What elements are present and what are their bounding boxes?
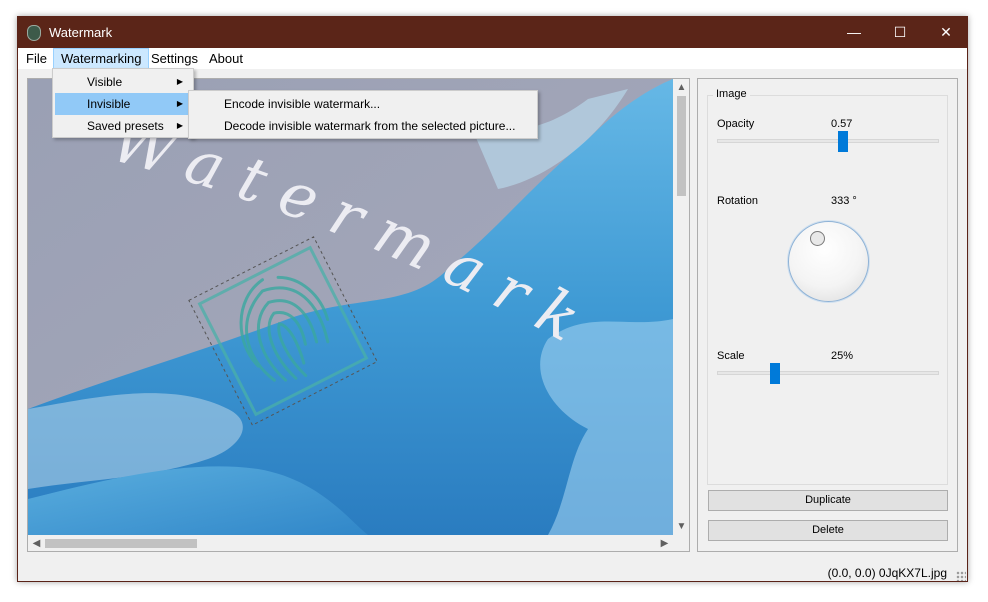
opacity-value: 0.57 bbox=[831, 118, 853, 130]
menu-about[interactable]: About bbox=[202, 48, 250, 69]
menu-item-visible-label: Visible bbox=[87, 75, 123, 89]
menu-settings[interactable]: Settings bbox=[144, 48, 205, 69]
decode-invisible-label: Decode invisible watermark from the sele… bbox=[224, 119, 516, 133]
watermarking-menu: Visible ▶ Invisible ▶ Saved presets ▶ bbox=[52, 68, 194, 138]
menu-item-decode-invisible[interactable]: Decode invisible watermark from the sele… bbox=[191, 115, 535, 137]
delete-button[interactable]: Delete bbox=[708, 520, 948, 541]
close-button[interactable]: ✕ bbox=[923, 17, 969, 48]
scroll-left-icon[interactable]: ◀ bbox=[28, 535, 45, 551]
encode-invisible-label: Encode invisible watermark... bbox=[224, 97, 381, 111]
rotation-value: 333 ° bbox=[831, 195, 857, 207]
menu-item-invisible-label: Invisible bbox=[87, 97, 131, 111]
status-text: (0.0, 0.0) 0JqKX7L.jpg bbox=[827, 566, 947, 580]
scroll-up-icon[interactable]: ▲ bbox=[673, 79, 689, 96]
app-icon bbox=[27, 25, 41, 41]
menu-item-encode-invisible[interactable]: Encode invisible watermark... bbox=[191, 93, 535, 115]
menu-file[interactable]: File bbox=[19, 48, 54, 69]
scale-slider-handle[interactable] bbox=[770, 363, 780, 384]
menu-item-visible[interactable]: Visible ▶ bbox=[55, 71, 191, 93]
dial-indicator bbox=[809, 231, 825, 247]
opacity-slider-handle[interactable] bbox=[837, 131, 848, 152]
opacity-slider-track[interactable] bbox=[717, 139, 939, 143]
status-bar: (0.0, 0.0) 0JqKX7L.jpg bbox=[18, 562, 967, 582]
photo-canvas: Watermark bbox=[28, 79, 673, 535]
rotation-label: Rotation bbox=[717, 195, 758, 207]
vertical-scrollbar[interactable]: ▲ ▼ bbox=[673, 79, 689, 535]
minimize-button[interactable]: — bbox=[831, 17, 877, 48]
submenu-arrow-icon: ▶ bbox=[176, 77, 183, 86]
vertical-scroll-thumb[interactable] bbox=[677, 96, 686, 196]
image-viewport[interactable]: Watermark ▲ ▼ ◀ ▶ bbox=[27, 78, 690, 552]
scroll-down-icon[interactable]: ▼ bbox=[673, 518, 689, 535]
scroll-corner bbox=[673, 535, 689, 551]
scale-value: 25% bbox=[831, 350, 854, 362]
menu-item-invisible[interactable]: Invisible ▶ bbox=[55, 93, 191, 115]
invisible-submenu: Encode invisible watermark... Decode inv… bbox=[188, 90, 538, 139]
submenu-arrow-icon: ▶ bbox=[176, 121, 183, 130]
scroll-right-icon[interactable]: ▶ bbox=[656, 535, 673, 551]
opacity-label: Opacity bbox=[717, 118, 755, 130]
rotation-dial[interactable] bbox=[788, 221, 869, 302]
properties-panel: Opacity 0.57 Rotation 333 ° Scale 25% Im… bbox=[697, 78, 958, 552]
image-canvas[interactable]: Watermark bbox=[28, 79, 673, 535]
image-groupbox: Opacity 0.57 Rotation 333 ° Scale 25% bbox=[707, 95, 948, 485]
window-title: Watermark bbox=[49, 25, 113, 40]
menu-item-saved-presets[interactable]: Saved presets ▶ bbox=[55, 115, 191, 137]
horizontal-scroll-thumb[interactable] bbox=[45, 539, 197, 548]
scale-slider-track[interactable] bbox=[717, 371, 939, 375]
resize-grip-icon[interactable] bbox=[956, 571, 966, 581]
group-title: Image bbox=[713, 88, 750, 100]
title-bar[interactable]: Watermark — ☐ ✕ bbox=[18, 17, 967, 48]
duplicate-button[interactable]: Duplicate bbox=[708, 490, 948, 511]
scale-label: Scale bbox=[717, 350, 745, 362]
menu-watermarking[interactable]: Watermarking bbox=[53, 48, 150, 69]
maximize-button[interactable]: ☐ bbox=[877, 17, 923, 48]
submenu-arrow-icon: ▶ bbox=[176, 99, 183, 108]
menu-bar: File Watermarking Settings About bbox=[18, 48, 967, 69]
menu-item-saved-presets-label: Saved presets bbox=[87, 119, 164, 133]
horizontal-scrollbar[interactable]: ◀ ▶ bbox=[28, 535, 673, 551]
